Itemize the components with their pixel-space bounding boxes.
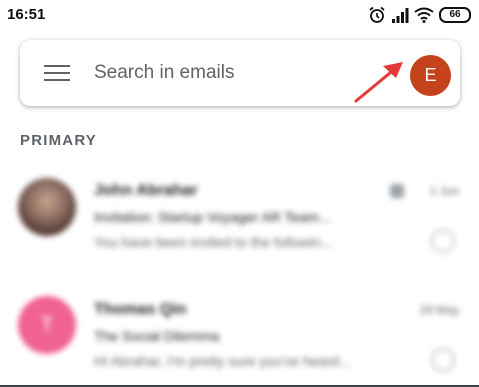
attachment-icon (390, 184, 404, 198)
email-row[interactable]: John Abrahar Invitation: Startup Voyager… (0, 165, 479, 265)
email-snippet: Hi Abrahar, I'm pretty sure you've heard… (94, 353, 351, 369)
account-avatar-button[interactable]: E (410, 55, 451, 96)
sender-avatar: T (18, 296, 76, 354)
email-row[interactable]: T Thomas Qin The Social Dilemma Hi Abrah… (0, 284, 479, 384)
red-arrow-icon (354, 62, 403, 103)
status-icons: 66 (368, 5, 471, 25)
signal-icon (391, 7, 409, 23)
email-time: 29 May (419, 303, 459, 317)
star-icon[interactable] (431, 348, 455, 372)
status-bar: 16:51 66 (0, 0, 479, 30)
email-snippet: You have been invited to the followin... (94, 234, 333, 250)
star-icon[interactable] (431, 229, 455, 253)
status-time: 16:51 (7, 6, 46, 23)
section-label-primary: PRIMARY (20, 132, 98, 149)
search-input[interactable]: Search in emails (94, 62, 234, 84)
hamburger-menu-icon[interactable] (44, 65, 70, 83)
email-subject: The Social Dilemma (94, 328, 220, 344)
alarm-icon (368, 6, 386, 24)
wifi-icon (414, 7, 434, 23)
sender-avatar (18, 178, 76, 236)
email-subject: Invitation: Startup Voyager AR Team... (94, 209, 331, 225)
battery-icon: 66 (439, 7, 471, 23)
email-time: 1 Jun (429, 184, 459, 198)
email-sender: Thomas Qin (94, 301, 187, 318)
email-sender: John Abrahar (94, 182, 198, 199)
